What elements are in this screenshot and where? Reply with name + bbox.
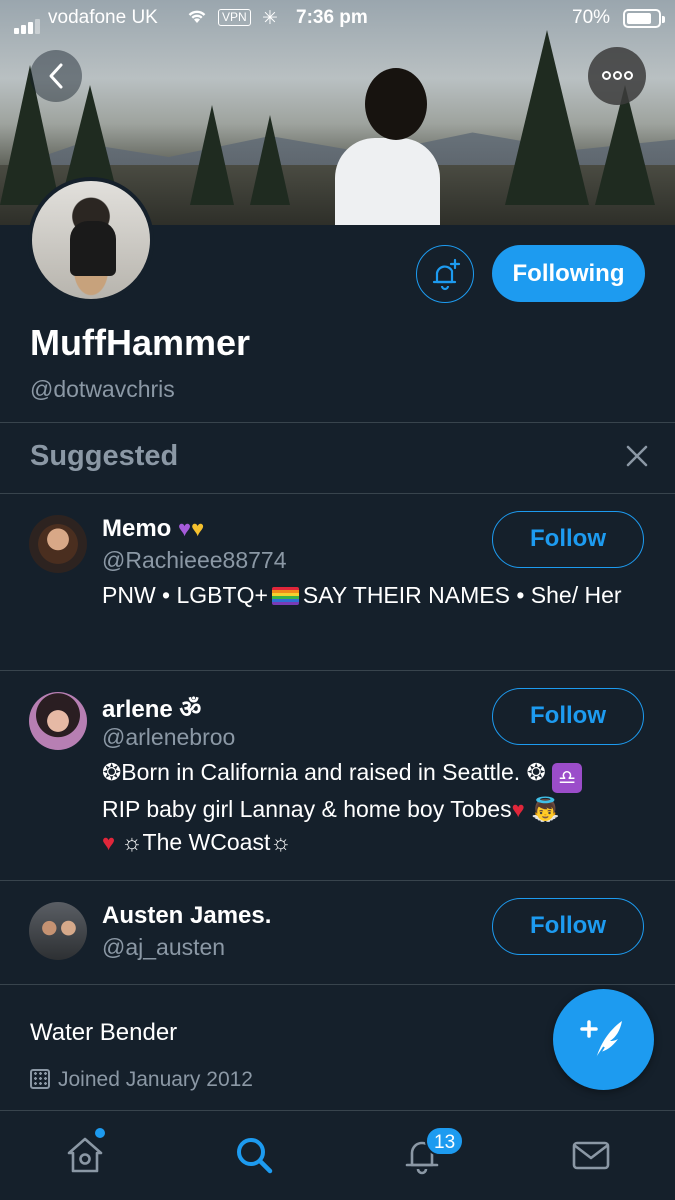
new-content-dot <box>95 1128 105 1138</box>
signal-icon <box>14 12 42 34</box>
tab-messages[interactable] <box>569 1133 613 1177</box>
chevron-left-icon <box>49 63 63 89</box>
profile-handle: @dotwavchris <box>30 376 175 402</box>
following-button[interactable]: Following <box>492 245 645 302</box>
joined-date: Joined January 2012 <box>30 1068 253 1092</box>
divider <box>0 984 675 985</box>
calendar-icon <box>30 1069 50 1089</box>
follow-button[interactable]: Follow <box>492 898 644 955</box>
notifications-toggle-button[interactable] <box>416 245 474 303</box>
avatar[interactable] <box>29 902 87 960</box>
suggested-user-bio: PNW • LGBTQ+ SAY THEIR NAMES • She/ Her <box>102 582 622 608</box>
suggested-title: Suggested <box>30 440 179 472</box>
status-bar: vodafone UK VPN ✳ 7:36 pm 70% <box>0 0 675 38</box>
suggested-user-bio: ❂Born in California and raised in Seattl… <box>102 756 647 859</box>
mail-icon <box>572 1141 610 1170</box>
yellow-heart-icon: ♥ <box>191 516 205 541</box>
follow-button[interactable]: Follow <box>492 511 644 568</box>
more-options-icon <box>601 67 634 84</box>
vpn-badge: VPN <box>218 9 251 26</box>
suggested-user-name: arlene ॐ <box>102 696 202 723</box>
tab-search[interactable] <box>232 1133 276 1177</box>
carrier-label: vodafone UK <box>48 7 158 28</box>
libra-icon: ♎ <box>552 763 583 793</box>
red-heart-icon: ♥ <box>511 797 525 822</box>
avatar[interactable] <box>29 515 87 573</box>
search-icon <box>237 1138 273 1174</box>
rainbow-flag-icon <box>271 587 299 605</box>
status-time: 7:36 pm <box>296 7 368 28</box>
red-heart-icon: ♥ <box>102 830 116 855</box>
divider <box>0 422 675 423</box>
divider <box>0 493 675 494</box>
activity-spinner-icon: ✳ <box>262 8 278 29</box>
divider <box>0 880 675 881</box>
purple-heart-icon: ♥ <box>178 516 192 541</box>
angel-icon: 👼 <box>531 796 560 822</box>
suggested-user-name: Memo ♥♥ <box>102 515 205 542</box>
divider <box>0 670 675 671</box>
back-button[interactable] <box>30 50 82 102</box>
wifi-icon <box>186 7 208 30</box>
tab-home[interactable] <box>63 1133 107 1177</box>
follow-button[interactable]: Follow <box>492 688 644 745</box>
bottom-tab-bar <box>0 1110 675 1200</box>
notifications-badge: 13 <box>425 1126 465 1156</box>
avatar[interactable] <box>29 692 87 750</box>
suggested-user-handle: @aj_austen <box>102 934 226 960</box>
profile-display-name: MuffHammer <box>30 322 251 363</box>
compose-tweet-button[interactable] <box>553 989 654 1090</box>
profile-bio: Water Bender <box>30 1019 178 1046</box>
close-suggested-button[interactable] <box>624 444 650 470</box>
battery-icon <box>623 9 665 28</box>
close-icon <box>626 445 648 467</box>
suggested-user-handle: @Rachieee88774 <box>102 547 287 573</box>
suggested-user-name: Austen James. <box>102 902 272 929</box>
bell-plus-icon <box>432 258 461 291</box>
profile-avatar[interactable] <box>28 177 154 303</box>
battery-percent: 70% <box>572 7 611 28</box>
home-icon <box>67 1137 103 1173</box>
compose-tweet-icon <box>579 1020 622 1060</box>
more-options-button[interactable] <box>588 47 646 105</box>
suggested-user-handle: @arlenebroo <box>102 724 236 750</box>
